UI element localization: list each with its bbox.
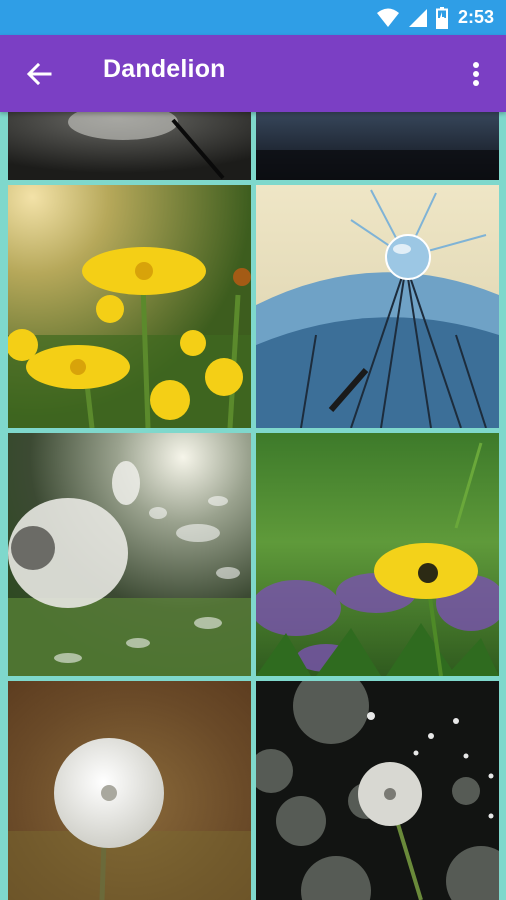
image-grid xyxy=(0,112,506,900)
gallery-image-yellow-dandelion-purple-flowers[interactable] xyxy=(256,433,499,676)
status-bar: 2:53 xyxy=(0,0,506,35)
back-button[interactable] xyxy=(22,57,56,91)
signal-icon xyxy=(408,8,428,28)
status-time: 2:53 xyxy=(457,7,494,27)
gallery-image-blue-seeds-water-drop[interactable] xyxy=(256,185,499,428)
gallery-image-dandelion-clock-brown-bokeh[interactable] xyxy=(8,681,251,900)
arrow-left-icon xyxy=(26,62,52,86)
more-vertical-icon xyxy=(473,62,479,86)
overflow-menu-button[interactable] xyxy=(464,57,488,91)
gallery-image-dark-blue-night[interactable] xyxy=(256,112,499,180)
app-bar: Dandelion xyxy=(0,35,506,112)
wifi-icon xyxy=(376,8,400,28)
battery-icon xyxy=(435,6,448,29)
gallery-image-yellow-dandelions-field[interactable] xyxy=(8,185,251,428)
gallery-image-dandelion-clock-dark-bokeh[interactable] xyxy=(256,681,499,900)
page-title: Dandelion xyxy=(103,55,226,83)
gallery-image-dandelion-seed-dark[interactable] xyxy=(8,112,251,180)
gallery-image-seeds-blowing-in-light[interactable] xyxy=(8,433,251,676)
